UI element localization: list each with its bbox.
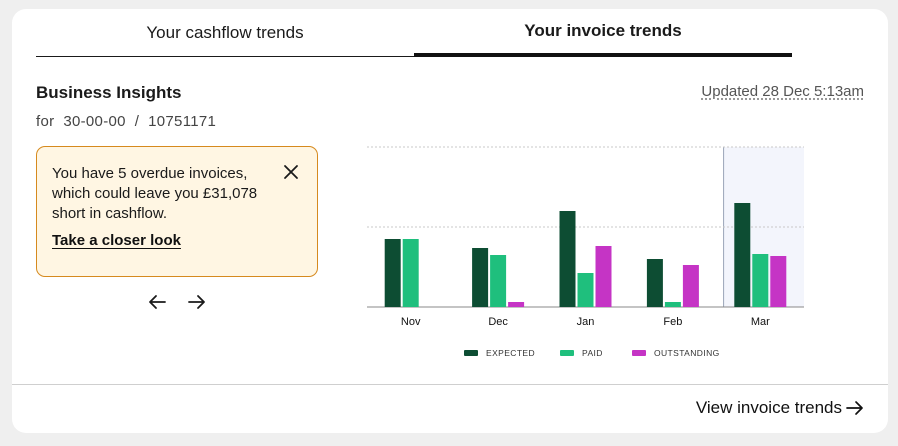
bar-expected-nov [384, 239, 401, 307]
x-tick-label: Feb [663, 316, 682, 328]
bar-expected-dec [472, 248, 489, 307]
bar-paid-feb [664, 302, 681, 307]
legend-label-outstanding: OUTSTANDING [654, 348, 720, 358]
bar-paid-dec [490, 255, 507, 307]
arrow-right-icon[interactable] [187, 293, 207, 311]
closer-look-link[interactable]: Take a closer look [52, 232, 181, 249]
bar-outstanding-jan [595, 246, 612, 307]
bar-outstanding-dec [508, 302, 525, 307]
overdue-alert: You have 5 overdue invoices, which could… [36, 146, 318, 277]
insights-card: Your cashflow trends Your invoice trends… [12, 9, 888, 433]
footer-link-label: View invoice trends [695, 398, 842, 417]
footer-divider [12, 384, 888, 385]
arrow-right-icon [846, 401, 863, 415]
chart-svg: Nov Dec Jan Feb Mar EXPECTED PAID OUTSTANDING [367, 146, 804, 358]
arrow-left-icon[interactable] [147, 293, 167, 311]
view-invoice-trends-link[interactable]: View invoice trends [696, 398, 864, 418]
x-tick-label: Nov [401, 316, 421, 328]
alert-message: You have 5 overdue invoices, which could… [52, 165, 258, 222]
x-tick-label: Dec [488, 316, 508, 328]
bar-expected-feb [646, 259, 663, 307]
bar-expected-mar [734, 203, 751, 307]
bar-paid-nov [402, 239, 419, 307]
close-icon[interactable] [283, 164, 299, 180]
bar-expected-jan [559, 211, 576, 307]
legend-label-expected: EXPECTED [486, 348, 535, 358]
x-tick-label: Mar [751, 316, 770, 328]
legend-swatch-outstanding [632, 350, 646, 356]
legend-label-paid: PAID [582, 348, 603, 358]
legend-swatch-paid [560, 350, 574, 356]
invoice-trends-chart: Nov Dec Jan Feb Mar EXPECTED PAID OUTSTANDING [362, 144, 832, 359]
account-subtitle: for 30-00-00 / 10751171 [36, 113, 217, 130]
alert-pager [147, 293, 209, 311]
bar-paid-jan [577, 273, 594, 307]
tab-invoice-trends[interactable]: Your invoice trends [414, 9, 792, 57]
bar-paid-mar [752, 254, 769, 307]
tab-cashflow-trends[interactable]: Your cashflow trends [36, 9, 414, 57]
bar-outstanding-mar [770, 256, 787, 307]
updated-timestamp[interactable]: Updated 28 Dec 5:13am [701, 83, 864, 100]
bar-outstanding-feb [682, 265, 699, 307]
legend-swatch-expected [464, 350, 478, 356]
x-tick-label: Jan [577, 316, 595, 328]
page-title: Business Insights [36, 83, 182, 102]
tab-bar: Your cashflow trends Your invoice trends [36, 9, 792, 57]
